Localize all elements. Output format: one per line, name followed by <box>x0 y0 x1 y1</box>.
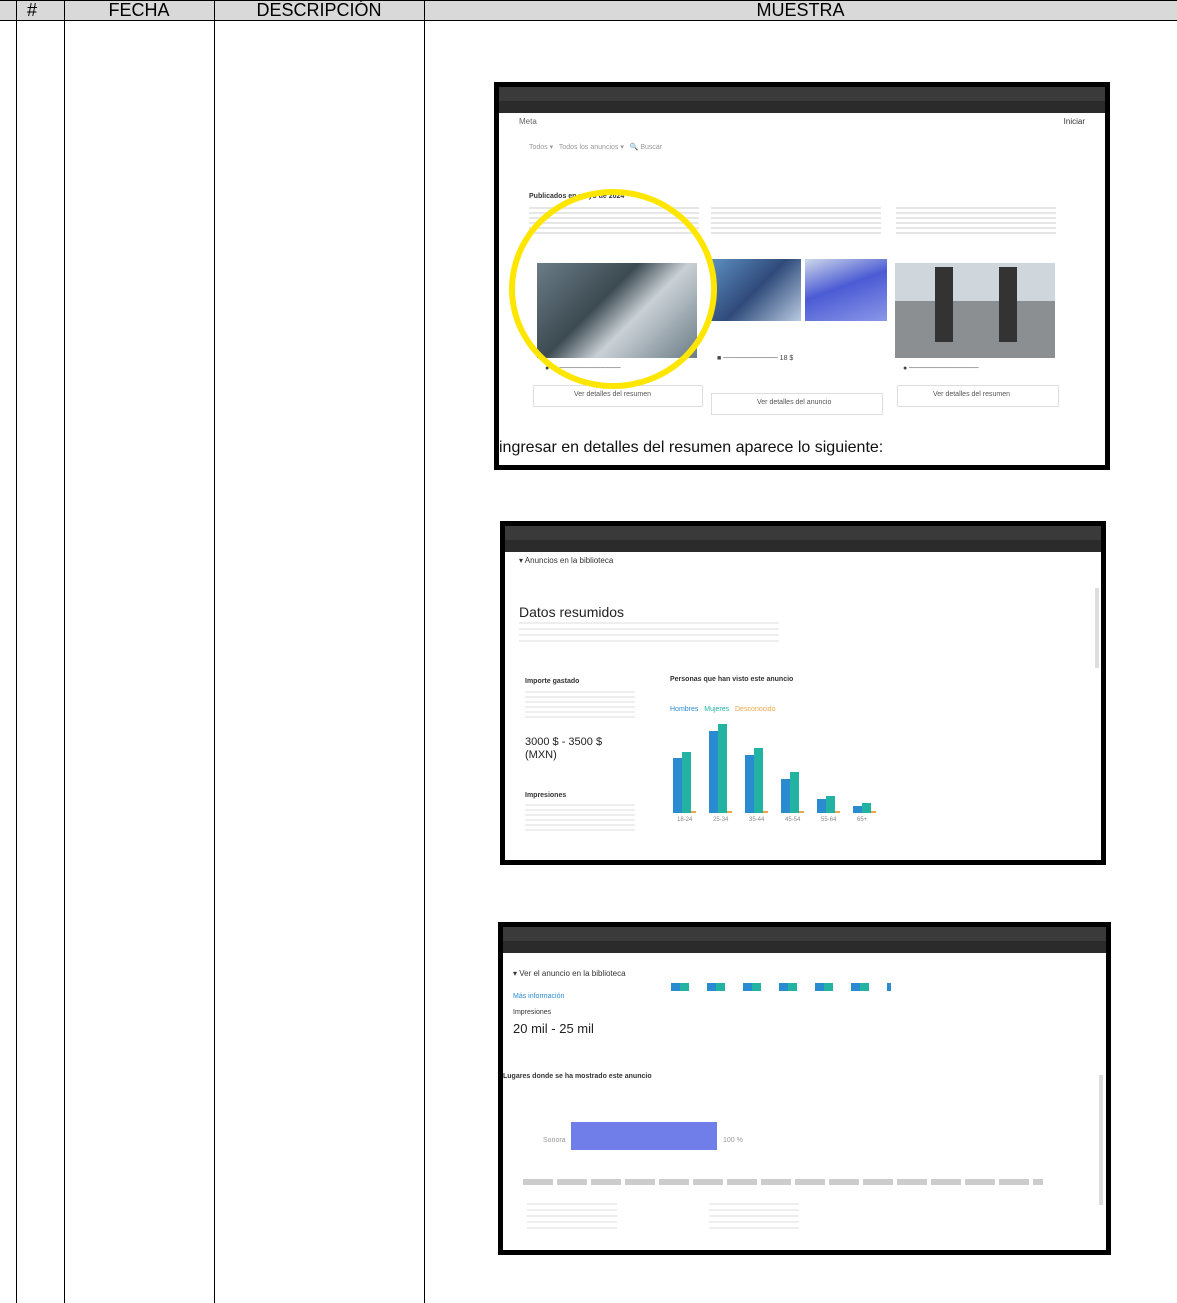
region-value: 100 % <box>723 1137 743 1144</box>
header-date: FECHA <box>64 0 214 21</box>
hombres-bar <box>853 806 862 813</box>
header-desc: DESCRIPCIÓN <box>214 0 424 21</box>
card2-details-button[interactable]: Ver detalles del anuncio <box>757 399 831 406</box>
age-group-35-44: 35-44 <box>745 721 781 823</box>
desconocido-bar <box>835 811 840 813</box>
brand-label: Meta <box>519 117 537 126</box>
spend-value: 3000 $ - 3500 $ (MXN) <box>525 736 603 761</box>
legend-unknown: Desconocido <box>735 706 776 713</box>
age-group-18-24: 18-24 <box>673 721 709 823</box>
age-gender-chart: 18-24 25-34 35-44 45-54 55-64 65+ <box>673 721 903 829</box>
more-info-link[interactable]: Más información <box>513 993 564 1000</box>
header-sample: MUESTRA <box>424 0 1177 21</box>
ad-image-2b[interactable] <box>805 259 887 321</box>
hombres-bar <box>709 731 718 813</box>
age-tick-label: 18-24 <box>677 817 693 823</box>
region-title: Lugares donde se ha mostrado este anunci… <box>503 1073 652 1080</box>
mujeres-bar <box>790 772 799 813</box>
age-group-25-34: 25-34 <box>709 721 745 823</box>
sample-screenshot-3: ▾ Ver el anuncio en la biblioteca Más in… <box>498 922 1111 1255</box>
age-tick-label: 45-54 <box>785 817 801 823</box>
card1-details-button[interactable]: Ver detalles del resumen <box>574 391 651 398</box>
age-tick-label: 65+ <box>857 817 868 823</box>
impressions-label-3: Impresiones <box>513 1009 552 1016</box>
highlight-circle <box>509 189 717 389</box>
age-group-45-54: 45-54 <box>781 721 817 823</box>
impressions-value: 20 mil - 25 mil <box>513 1021 594 1036</box>
impressions-label: Impresiones <box>525 792 567 799</box>
caption-text: ingresar en detalles del resumen aparece… <box>499 439 884 456</box>
filter-country[interactable]: Todos <box>529 144 548 151</box>
ad-image-2a[interactable] <box>711 259 801 321</box>
sample-screenshot-2: ▾ Anuncios en la biblioteca Datos resumi… <box>500 521 1106 865</box>
mujeres-bar <box>682 751 691 813</box>
ad-image-3[interactable] <box>895 263 1055 358</box>
legend-men: Hombres <box>670 706 699 713</box>
age-group-65+: 65+ <box>853 721 889 823</box>
page-heading: ▾ Anuncios en la biblioteca <box>519 556 614 565</box>
age-group-55-64: 55-64 <box>817 721 853 823</box>
search-field[interactable]: Buscar <box>640 144 662 151</box>
spend-label: Importe gastado <box>525 678 580 685</box>
mujeres-bar <box>718 724 727 813</box>
desconocido-bar <box>691 811 696 813</box>
region-name: Sonora <box>543 1137 566 1144</box>
mujeres-bar <box>826 795 835 813</box>
hombres-bar <box>673 758 682 813</box>
mujeres-bar <box>862 802 871 813</box>
hombres-bar <box>817 799 826 813</box>
age-tick-label: 25-34 <box>713 817 729 823</box>
summary-title: Datos resumidos <box>519 604 625 620</box>
desconocido-bar <box>763 811 768 813</box>
sample-screenshot-1: Meta Iniciar Todos ▾ Todos los anuncios … <box>494 82 1110 470</box>
region-bar <box>571 1122 717 1150</box>
header-num: # <box>0 0 64 21</box>
card3-details-button[interactable]: Ver detalles del resumen <box>933 391 1010 398</box>
hombres-bar <box>781 778 790 813</box>
hombres-bar <box>745 755 754 813</box>
top-link[interactable]: Iniciar <box>1064 117 1085 126</box>
mujeres-bar <box>754 748 763 813</box>
age-tick-label: 55-64 <box>821 817 837 823</box>
filter-ads[interactable]: Todos los anuncios <box>559 144 619 151</box>
desconocido-bar <box>799 811 804 813</box>
legend-women: Mujeres <box>704 706 730 713</box>
desconocido-bar <box>871 811 876 813</box>
heading-3: ▾ Ver el anuncio en la biblioteca <box>513 969 626 978</box>
chart-title: Personas que han visto este anuncio <box>670 676 794 683</box>
age-tick-label: 35-44 <box>749 817 765 823</box>
desconocido-bar <box>727 811 732 813</box>
